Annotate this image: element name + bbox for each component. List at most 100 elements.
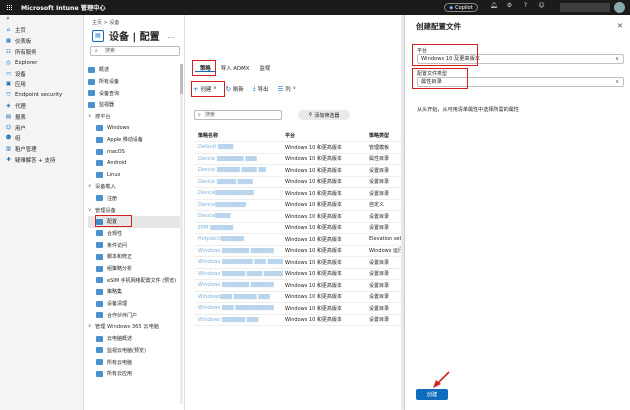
subnav-item[interactable]: 所有云应用 — [88, 368, 182, 380]
policy-search-input[interactable]: ⌕ 搜索 — [194, 110, 282, 120]
nav-item[interactable]: ▣ 应用 — [0, 79, 83, 90]
feedback-icon[interactable]: ☺ — [538, 2, 545, 12]
policy-name-cell[interactable]: EPM ▒▒▒▒▒▒ — [195, 225, 285, 231]
bell-icon[interactable]: 🔔︎ — [490, 2, 498, 12]
policy-name-redacted[interactable]: Device▒▒▒▒▒▒▒▒▒▒ — [198, 190, 254, 196]
table-row[interactable]: Windows ▒▒▒▒▒▒▒▒ ▒▒▒ ▒▒▒▒ Windows 10 和更高版… — [195, 257, 401, 269]
more-button[interactable]: ... — [168, 32, 175, 40]
nav-item[interactable]: ✚ 疑难解答 + 支持 — [0, 155, 83, 166]
app-launcher-icon[interactable] — [7, 4, 13, 11]
subnav-item[interactable]: 监视器 — [88, 99, 182, 111]
help-icon[interactable]: ? — [522, 2, 529, 12]
table-row[interactable]: Windows ▒▒▒▒▒▒▒ ▒▒▒▒▒▒ Windows 10 和更高版本 Wi… — [195, 246, 401, 257]
breadcrumb-devices[interactable]: 设备 — [109, 20, 119, 26]
policy-name-cell[interactable]: Windows ▒▒▒ ▒▒▒▒▒▒▒▒▒▒ — [195, 305, 285, 311]
subnav-section[interactable]: ∨ 设备载入 — [88, 181, 182, 193]
table-row[interactable]: Device▒▒▒▒▒▒▒▒ Windows 10 和更高版本 自定义 — [195, 200, 401, 211]
nav-item[interactable]: ⛉ Endpoint security — [0, 90, 83, 101]
policy-name-redacted[interactable]: Windows ▒▒▒▒▒▒ ▒▒▒ — [198, 317, 258, 323]
policy-name-cell[interactable]: Windows ▒▒▒▒▒▒ ▒▒▒ — [195, 317, 285, 323]
nav-item[interactable]: ▦ 仪表板 — [0, 36, 83, 47]
table-row[interactable]: Device▒▒▒▒▒▒▒▒▒▒ Windows 10 和更高版本 设置目录 — [195, 188, 401, 200]
policy-name-redacted[interactable]: Device ▒▒▒▒▒▒▒ ▒▒▒ — [198, 156, 257, 162]
copilot-button[interactable]: ◆ Copilot — [444, 3, 478, 12]
app-title[interactable]: Microsoft Intune 管理中心 — [21, 3, 106, 12]
subnav-item[interactable]: eSIM 手机网络配置文件 (预览) — [88, 274, 182, 286]
subnav-item[interactable]: 合规性 — [88, 228, 182, 240]
policy-name-cell[interactable]: Hotpatch▒▒▒▒▒▒ — [195, 236, 285, 242]
tab-monitor[interactable]: 监视 — [254, 62, 275, 72]
nav-item[interactable]: ◎ Explorer — [0, 57, 83, 68]
subnav-item[interactable]: 概述 — [88, 64, 182, 76]
subnav-item[interactable]: 脚本和修正 — [88, 251, 182, 263]
close-icon[interactable]: ✕ — [617, 22, 623, 30]
subnav-item[interactable]: macOS — [88, 146, 182, 158]
policy-name-redacted[interactable]: Windows ▒▒▒▒▒▒▒ ▒▒▒▒▒▒ — [198, 248, 274, 254]
policy-name-redacted[interactable]: Default ▒▒▒▒ — [198, 144, 233, 150]
account-name[interactable] — [560, 3, 610, 12]
table-row[interactable]: Windows▒▒▒ ▒▒▒▒▒▒ ▒▒▒ Windows 10 和更高版本 设置目… — [195, 292, 401, 303]
policy-name-redacted[interactable]: EPM ▒▒▒▒▒▒ — [198, 225, 233, 231]
subnav-item[interactable]: Linux — [88, 169, 182, 181]
subnav-section[interactable]: ∨ 管理 Windows 365 云电脑 — [88, 321, 182, 333]
gear-icon[interactable]: ⚙ — [506, 2, 513, 12]
subnav-item[interactable]: 监视云电脑(预览) — [88, 345, 182, 357]
create-profile-button[interactable]: 创建 — [416, 389, 448, 400]
add-filter-button[interactable]: ⚲ 添加筛选器 — [298, 110, 350, 120]
policy-name-redacted[interactable]: Device ▒▒▒▒▒ ▒▒▒▒ — [198, 179, 253, 185]
policy-name-cell[interactable]: Device ▒▒▒▒▒ ▒▒▒▒ — [195, 179, 285, 185]
table-row[interactable]: Windows ▒▒▒ ▒▒▒▒▒▒▒▒▒▒ Windows 10 和更高版本 设置… — [195, 303, 401, 315]
nav-item[interactable]: ▥ 租户管理 — [0, 144, 83, 155]
table-row[interactable]: Device▒▒▒▒ Windows 10 和更高版本 设置目录 — [195, 211, 401, 223]
subnav-search-input[interactable]: ⌕ 搜索 — [90, 46, 180, 56]
column-header[interactable]: 平台 — [285, 132, 369, 139]
avatar[interactable] — [614, 2, 625, 13]
policy-name-cell[interactable]: Device▒▒▒▒▒▒▒▒ — [195, 202, 285, 208]
nav-item[interactable]: ◈ 代理 — [0, 101, 83, 112]
subnav-item[interactable]: 设备查询 — [88, 87, 182, 99]
policy-name-redacted[interactable]: Windows ▒▒▒▒▒▒▒ ▒▒▒▒▒▒ — [198, 282, 274, 288]
policy-name-redacted[interactable]: Hotpatch▒▒▒▒▒▒ — [198, 236, 244, 242]
subnav-item[interactable]: Windows — [88, 122, 182, 134]
subnav-item[interactable]: 云电脑概述 — [88, 333, 182, 345]
policy-name-cell[interactable]: Windows▒▒▒ ▒▒▒▒▒▒ ▒▒▒ — [195, 294, 285, 300]
table-row[interactable]: Windows ▒▒▒▒▒▒▒ ▒▒▒▒▒▒ Windows 10 和更高版本 设置… — [195, 280, 401, 292]
policy-name-cell[interactable]: Windows ▒▒▒▒▒▒▒ ▒▒▒▒▒▒ — [195, 248, 285, 254]
policy-name-redacted[interactable]: Windows▒▒▒ ▒▒▒▒▒▒ ▒▒▒ — [198, 294, 270, 300]
table-row[interactable]: Default ▒▒▒▒ Windows 10 和更高版本 管理模板 — [195, 142, 401, 154]
subnav-item[interactable]: 策略集 — [88, 286, 182, 298]
subnav-scrollbar[interactable] — [180, 64, 183, 404]
subnav-item[interactable]: Apple 移动设备 — [88, 134, 182, 146]
refresh-button[interactable]: ↻ 刷新 — [226, 85, 244, 93]
policy-name-redacted[interactable]: Device ▒▒▒▒▒▒ ▒▒▒▒ ▒▒ — [198, 167, 266, 173]
subnav-item[interactable]: 条件访问 — [88, 239, 182, 251]
policy-name-cell[interactable]: Device▒▒▒▒ — [195, 213, 285, 219]
subnav-item[interactable]: 所有云电脑 — [88, 356, 182, 368]
subnav-item[interactable]: 注册 — [88, 193, 182, 205]
policy-name-redacted[interactable]: Device▒▒▒▒ — [198, 213, 230, 219]
collapse-nav-icon[interactable]: « — [0, 15, 83, 25]
columns-button[interactable]: ☰ 列 ∨ — [277, 85, 296, 93]
table-row[interactable]: Device ▒▒▒▒▒ ▒▒▒▒ Windows 10 和更高版本 设置目录 — [195, 177, 401, 188]
export-button[interactable]: ⤓ 导出 — [253, 84, 269, 93]
nav-item[interactable]: ⌂ 主页 — [0, 25, 83, 36]
table-row[interactable]: Hotpatch▒▒▒▒▒▒ Windows 10 和更高版本 Elevation … — [195, 234, 401, 246]
policy-name-cell[interactable]: Default ▒▒▒▒ — [195, 144, 285, 150]
tab-import-admx[interactable]: 导入 ADMX — [216, 62, 255, 72]
policy-name-cell[interactable]: Device ▒▒▒▒▒▒▒ ▒▒▒ — [195, 156, 285, 162]
column-header[interactable]: 策略类型 — [369, 132, 401, 139]
column-header[interactable]: 策略名称 — [195, 132, 285, 139]
policy-name-cell[interactable]: Windows ▒▒▒▒▒▒ ▒▒▒▒ ▒▒▒▒▒ — [195, 271, 285, 277]
nav-item[interactable]: ☻ 组 — [0, 133, 83, 144]
nav-item[interactable]: ▭ 设备 — [0, 68, 83, 79]
table-row[interactable]: Windows ▒▒▒▒▒▒ ▒▒▒▒ ▒▒▒▒▒ Windows 10 和更高版… — [195, 269, 401, 280]
policy-name-redacted[interactable]: Windows ▒▒▒▒▒▒▒▒ ▒▒▒ ▒▒▒▒ — [198, 259, 283, 265]
policy-name-redacted[interactable]: Windows ▒▒▒▒▒▒ ▒▒▒▒ ▒▒▒▒▒ — [198, 271, 283, 277]
policy-name-redacted[interactable]: Windows ▒▒▒ ▒▒▒▒▒▒▒▒▒▒ — [198, 305, 274, 311]
policy-name-cell[interactable]: Device▒▒▒▒▒▒▒▒▒▒ — [195, 190, 285, 196]
subnav-item[interactable]: Android — [88, 158, 182, 170]
table-row[interactable]: EPM ▒▒▒▒▒▒ Windows 10 和更高版本 设置目录 — [195, 223, 401, 234]
table-row[interactable]: Device ▒▒▒▒▒▒ ▒▒▒▒ ▒▒ Windows 10 和更高版本 设置目… — [195, 165, 401, 177]
policy-name-cell[interactable]: Device ▒▒▒▒▒▒ ▒▒▒▒ ▒▒ — [195, 167, 285, 173]
policy-name-redacted[interactable]: Device▒▒▒▒▒▒▒▒ — [198, 202, 246, 208]
